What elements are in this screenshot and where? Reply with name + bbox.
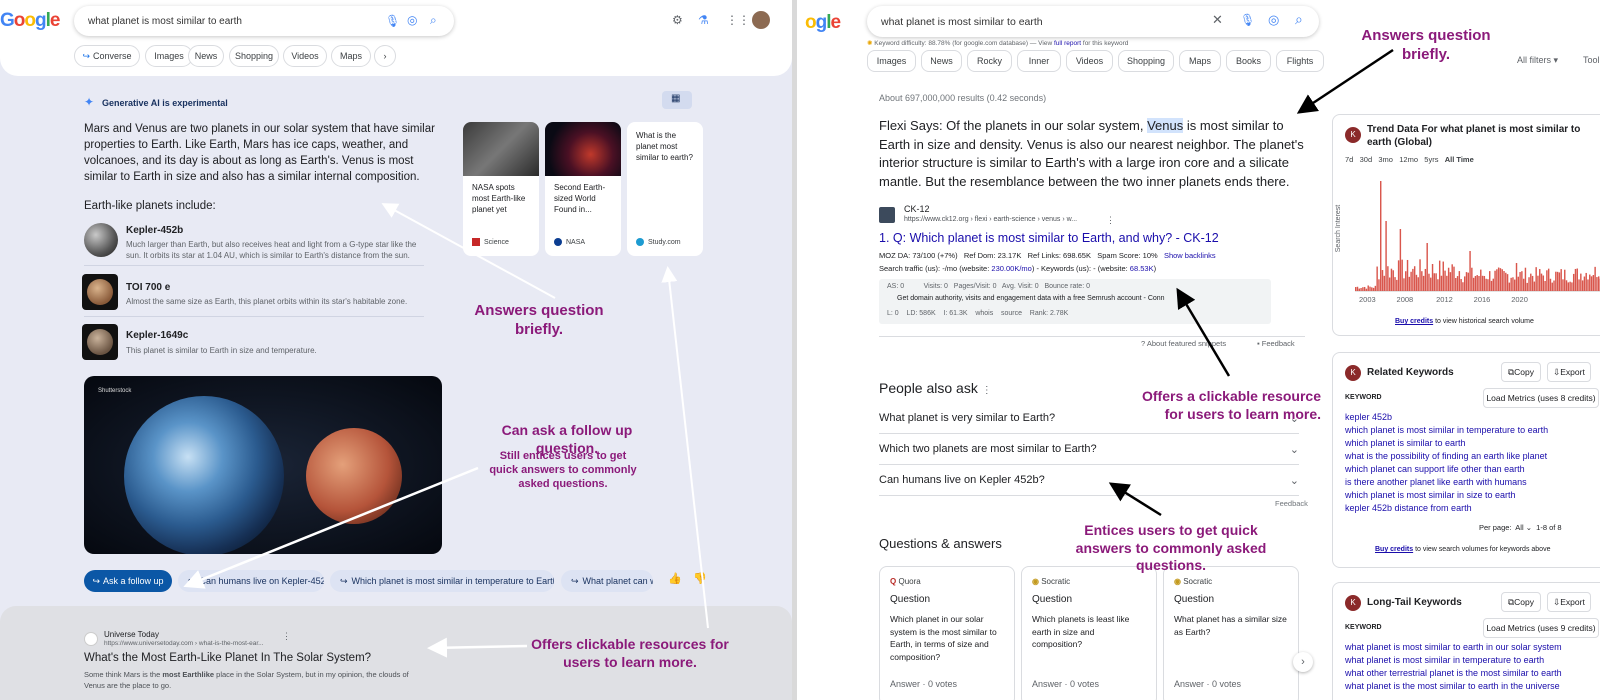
- screenshot-root: Google what planet is most similar to ea…: [0, 0, 1600, 700]
- arrow-to-snippet: [1296, 48, 1394, 114]
- arrow-to-cards: [661, 266, 709, 629]
- right-annotation-arrows: [1108, 48, 1394, 517]
- arrow-to-result: [427, 637, 528, 658]
- arrow-to-paa: [1108, 482, 1162, 517]
- arrow-to-followup: [183, 466, 479, 589]
- left-annotation-arrows: [183, 203, 709, 658]
- right-serp-pane: ogle what planet is most similar to eart…: [797, 0, 1600, 700]
- arrow-to-resource: [1176, 287, 1231, 377]
- arrow-to-overview: [381, 203, 556, 299]
- left-sge-pane: Google what planet is most similar to ea…: [0, 0, 792, 700]
